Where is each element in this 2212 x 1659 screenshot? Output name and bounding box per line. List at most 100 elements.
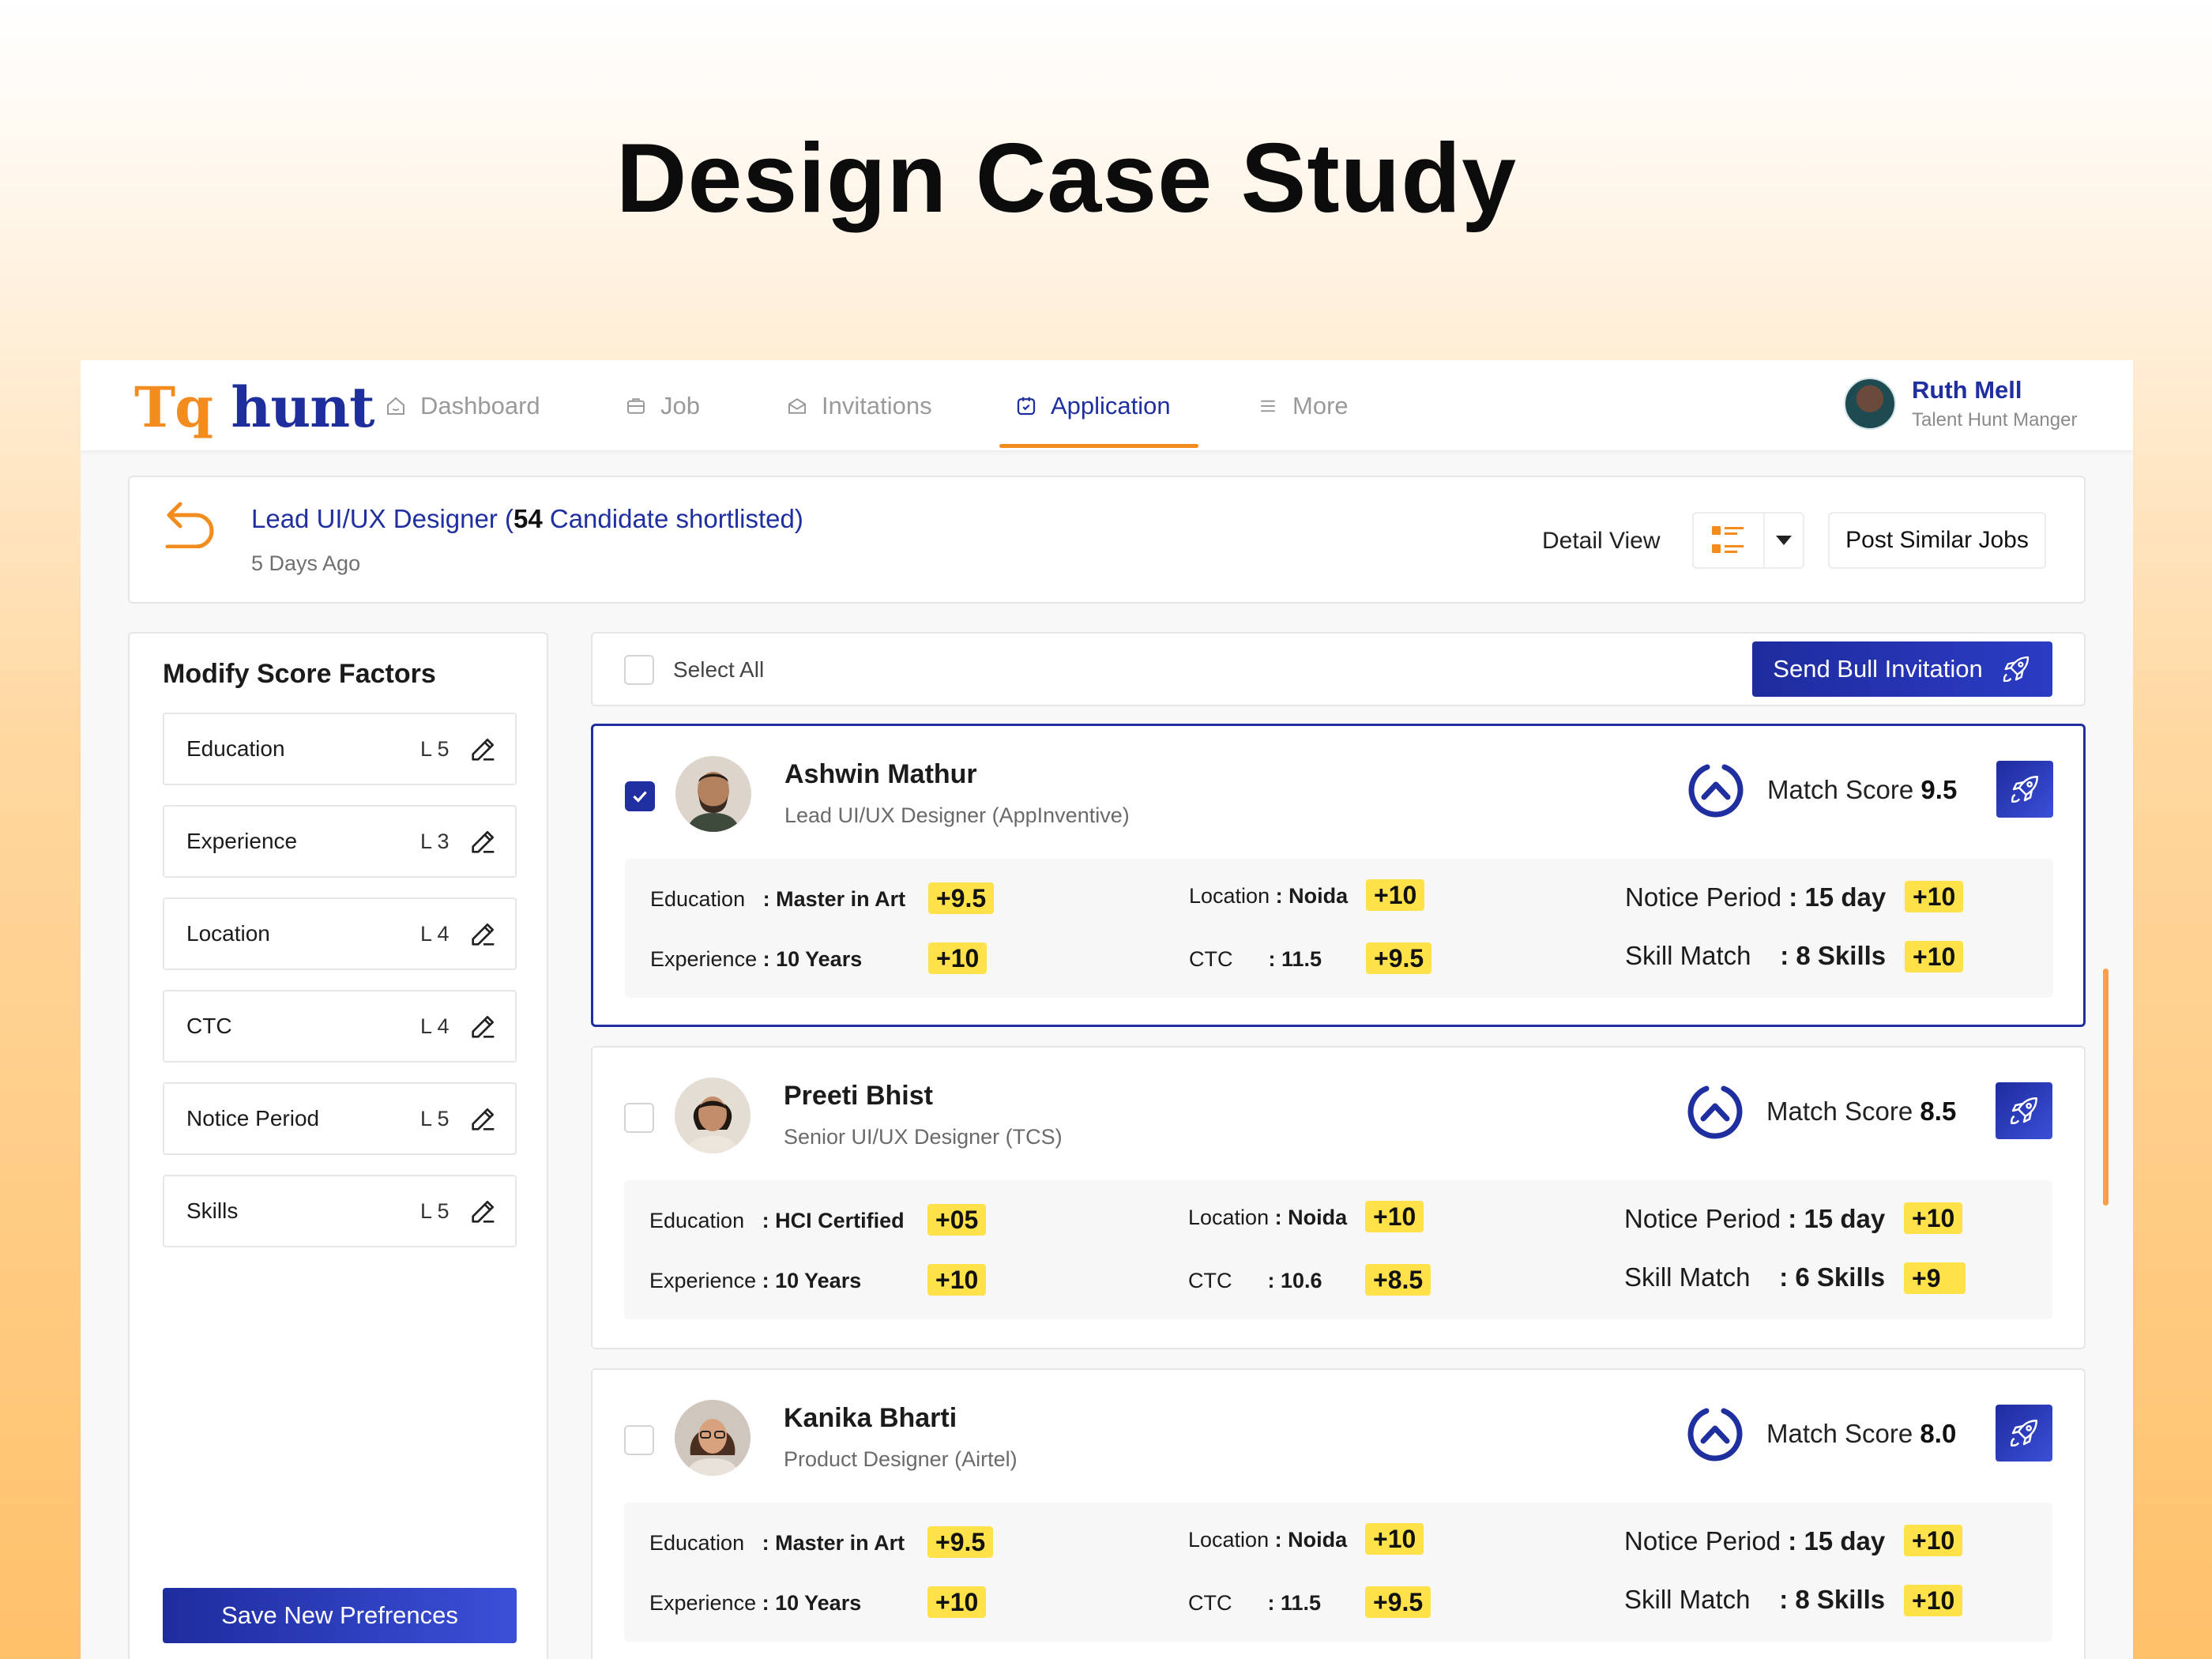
job-title-suffix: Candidate shortlisted): [542, 504, 803, 533]
send-invitation-button[interactable]: [1996, 1082, 2052, 1139]
metric-label: CTC: [1189, 947, 1233, 971]
candidate-card[interactable]: Kanika Bharti Product Designer (Airtel) …: [591, 1368, 2086, 1659]
location-metric: Location : Noida: [1189, 884, 1348, 908]
top-nav: Tq hunt Dashboard Job Invitations Applic…: [81, 360, 2133, 450]
user-profile[interactable]: Ruth Mell Talent Hunt Manger: [1844, 376, 2077, 431]
experience-metric: Experience : 10 Years: [649, 1269, 861, 1293]
chevron-down-icon[interactable]: [1765, 514, 1803, 567]
score-badge: +10: [1904, 1525, 1963, 1556]
list-view-icon[interactable]: [1694, 514, 1765, 567]
metric-value: : 8 Skills: [1779, 1585, 1886, 1614]
logo-tq: Tq: [134, 374, 213, 440]
send-invitation-button[interactable]: [1996, 761, 2053, 818]
metric-label: Location: [1188, 1528, 1270, 1552]
metric-value: : 15 day: [1788, 1526, 1886, 1556]
metric-label: Notice Period: [1624, 1204, 1781, 1233]
bulk-button-label: Send Bull Invitation: [1773, 655, 1983, 683]
candidate-card[interactable]: Preeti Bhist Senior UI/UX Designer (TCS)…: [591, 1046, 2086, 1349]
select-all-checkbox[interactable]: [624, 655, 654, 685]
notice-period-metric: Notice Period : 15 day: [1624, 1204, 1885, 1234]
match-score-value: 8.5: [1920, 1097, 1957, 1126]
back-arrow-icon[interactable]: [163, 499, 220, 548]
score-badge: +10: [1905, 881, 1964, 912]
factor-level: L 4: [420, 921, 450, 946]
skill-match-metric: Skill Match : 8 Skills: [1624, 1585, 1885, 1615]
mail-icon: [788, 398, 806, 414]
metric-value: : 8 Skills: [1780, 941, 1887, 970]
match-score-label: Match Score: [1767, 775, 1921, 804]
scrollbar[interactable]: [2103, 969, 2109, 1206]
factor-experience[interactable]: Experience L 3: [163, 805, 517, 878]
score-badge: +05: [927, 1204, 987, 1236]
brand-logo[interactable]: Tq hunt: [134, 374, 374, 440]
shortlisted-count: 54: [513, 504, 543, 533]
job-title[interactable]: Lead UI/UX Designer (54 Candidate shortl…: [251, 504, 803, 534]
metric-label: Location: [1189, 884, 1270, 908]
metric-value: : 11.5: [1267, 1591, 1322, 1615]
match-score: Match Score 8.5: [1766, 1097, 1956, 1127]
candidate-role: Senior UI/UX Designer (TCS): [784, 1125, 1063, 1149]
candidate-metrics: Education : Master in Art +9.5 Experienc…: [624, 1503, 2052, 1642]
job-header-card: Lead UI/UX Designer (54 Candidate shortl…: [128, 476, 2086, 604]
user-name: Ruth Mell: [1912, 376, 2022, 404]
factor-skills[interactable]: Skills L 5: [163, 1175, 517, 1247]
save-preferences-button[interactable]: Save New Prefrences: [163, 1588, 517, 1643]
score-factors-title: Modify Score Factors: [163, 659, 436, 689]
edit-pencil-icon[interactable]: [468, 1010, 499, 1042]
app-window: Tq hunt Dashboard Job Invitations Applic…: [81, 360, 2133, 1659]
ctc-metric: CTC : 11.5: [1188, 1591, 1321, 1616]
candidate-role: Lead UI/UX Designer (AppInventive): [784, 803, 1130, 827]
ctc-metric: CTC : 11.5: [1189, 947, 1322, 972]
nav-application[interactable]: Application: [1014, 390, 1171, 422]
view-toggle[interactable]: [1692, 512, 1804, 569]
match-score-label: Match Score: [1766, 1097, 1920, 1126]
nav-application-label: Application: [1051, 392, 1171, 419]
metric-value: : 15 day: [1789, 882, 1887, 912]
location-metric: Location : Noida: [1188, 1206, 1347, 1230]
post-similar-jobs-button[interactable]: Post Similar Jobs: [1828, 512, 2046, 569]
metric-value: : HCI Certified: [762, 1209, 905, 1232]
send-invitation-button[interactable]: [1996, 1405, 2052, 1462]
candidate-checkbox[interactable]: [625, 781, 655, 811]
score-badge: +9.5: [1365, 1586, 1431, 1618]
nav-invitations[interactable]: Invitations: [785, 390, 932, 422]
candidate-role: Product Designer (Airtel): [784, 1447, 1018, 1471]
score-badge: +9.5: [927, 1526, 994, 1558]
location-metric: Location : Noida: [1188, 1528, 1347, 1552]
candidate-name[interactable]: Preeti Bhist: [784, 1081, 933, 1112]
edit-pencil-icon[interactable]: [468, 1195, 499, 1227]
factor-notice-period[interactable]: Notice Period L 5: [163, 1082, 517, 1155]
score-badge: +10: [927, 1586, 987, 1618]
nav-dashboard[interactable]: Dashboard: [384, 390, 540, 422]
factor-label: Skills: [186, 1198, 239, 1223]
candidate-avatar: [675, 756, 751, 832]
home-icon: [387, 397, 404, 415]
candidate-card[interactable]: Ashwin Mathur Lead UI/UX Designer (AppIn…: [591, 724, 2086, 1027]
factor-ctc[interactable]: CTC L 4: [163, 990, 517, 1063]
metric-label: Skill Match: [1624, 1262, 1751, 1292]
rocket-icon: [2011, 1420, 2037, 1446]
candidate-name[interactable]: Ashwin Mathur: [784, 759, 977, 790]
match-score-label: Match Score: [1766, 1419, 1920, 1448]
rocket-icon: [2011, 1097, 2037, 1124]
edit-pencil-icon[interactable]: [468, 733, 499, 765]
calendar-check-icon: [1017, 397, 1036, 416]
send-bulk-invitation-button[interactable]: Send Bull Invitation: [1752, 641, 2052, 697]
metric-value: : 6 Skills: [1779, 1262, 1886, 1292]
match-score-icon: [1687, 1408, 1743, 1462]
candidate-checkbox[interactable]: [624, 1103, 654, 1133]
edit-pencil-icon[interactable]: [468, 1103, 499, 1134]
metric-label: Experience: [649, 1591, 757, 1615]
edit-pencil-icon[interactable]: [468, 918, 499, 950]
nav-job[interactable]: Job: [624, 390, 700, 422]
nav-invitations-label: Invitations: [822, 392, 932, 419]
candidate-checkbox[interactable]: [624, 1425, 654, 1455]
notice-period-metric: Notice Period : 15 day: [1625, 882, 1886, 912]
nav-more[interactable]: More: [1256, 390, 1349, 422]
candidate-name[interactable]: Kanika Bharti: [784, 1403, 957, 1434]
factor-location[interactable]: Location L 4: [163, 897, 517, 970]
nav-dashboard-label: Dashboard: [420, 392, 540, 419]
edit-pencil-icon[interactable]: [468, 826, 499, 857]
metric-label: Education: [650, 887, 746, 911]
factor-education[interactable]: Education L 5: [163, 713, 517, 785]
